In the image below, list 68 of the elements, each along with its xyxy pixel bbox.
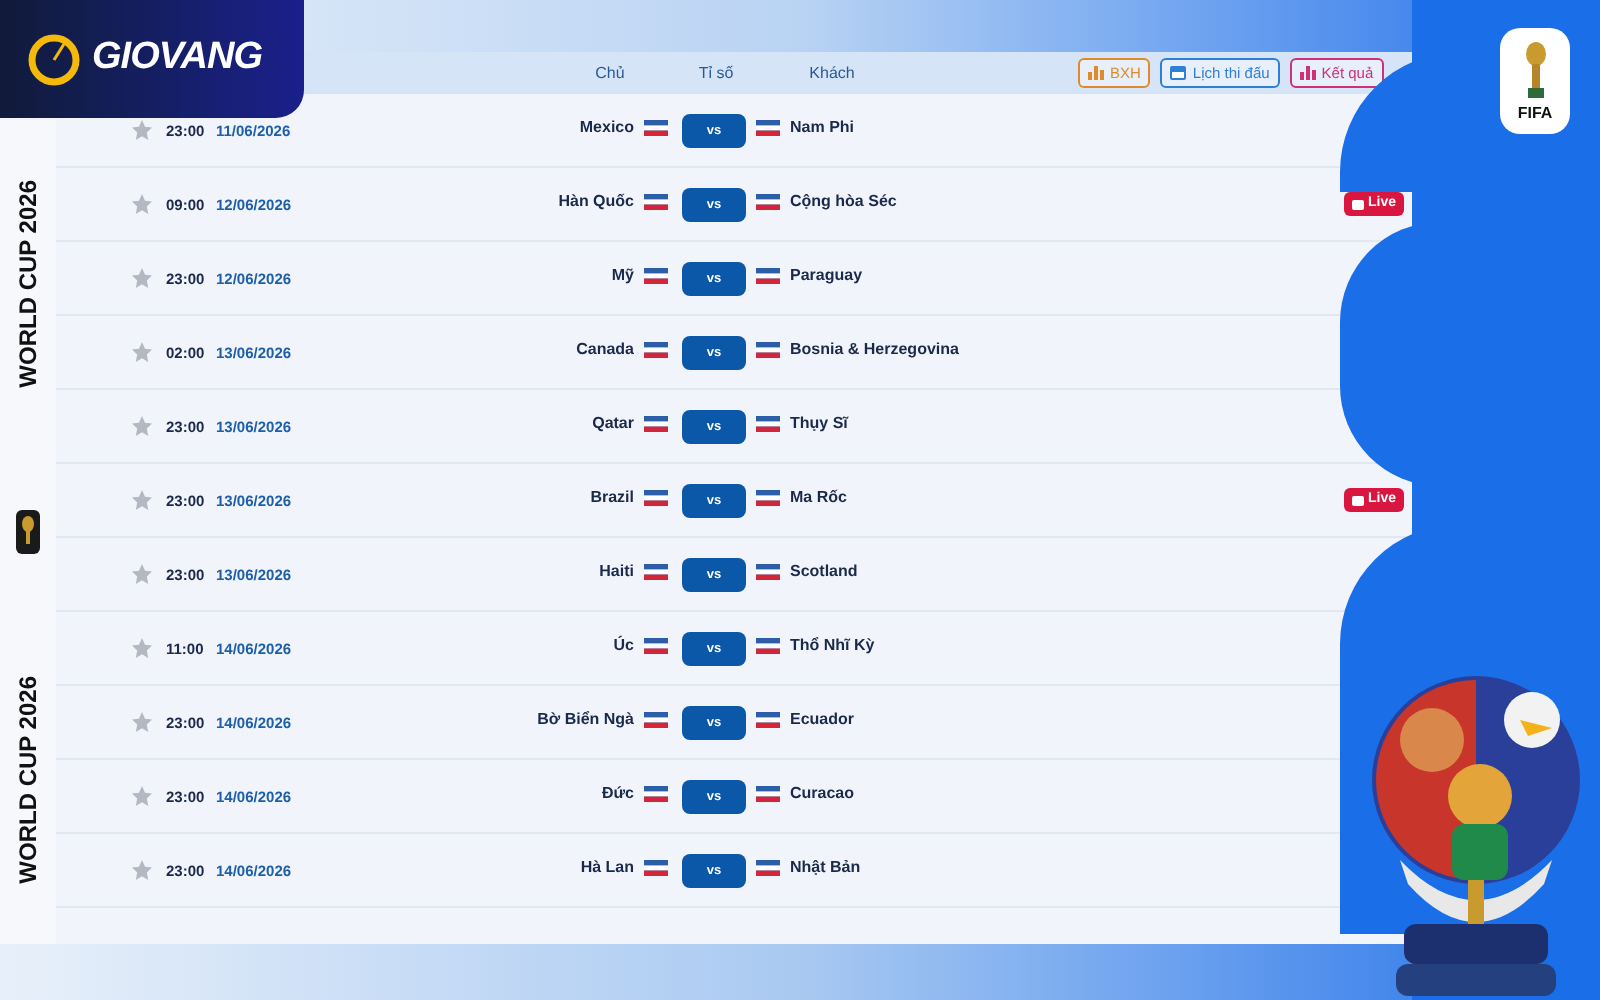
flag-icon xyxy=(756,194,780,210)
home-team: Bờ Biển Ngà xyxy=(537,708,634,732)
column-header: Chủ xyxy=(595,62,625,86)
trophy-icon xyxy=(16,509,40,554)
star-icon[interactable] xyxy=(132,416,152,436)
away-team: Paraguay xyxy=(790,264,863,288)
star-icon[interactable] xyxy=(132,120,152,140)
column-header: Tỉ số xyxy=(698,62,734,86)
bar-chart-icon xyxy=(1088,66,1104,80)
star-icon[interactable] xyxy=(132,194,152,214)
flag-icon xyxy=(644,120,668,136)
flag-icon xyxy=(644,416,668,432)
away-team: Curacao xyxy=(790,782,855,806)
star-icon[interactable] xyxy=(132,564,152,584)
away-team: Scotland xyxy=(790,560,858,584)
star-icon[interactable] xyxy=(132,638,152,658)
away-team: Ma Rốc xyxy=(790,486,847,510)
home-team: Hà Lan xyxy=(580,856,634,880)
flag-icon xyxy=(644,860,668,876)
home-team: Brazil xyxy=(590,486,634,510)
flag-icon xyxy=(756,342,780,358)
star-icon[interactable] xyxy=(132,342,152,362)
flag-icon xyxy=(756,638,780,654)
home-team: Mỹ xyxy=(611,264,634,288)
away-team: Nhật Bản xyxy=(790,856,861,880)
flag-icon xyxy=(756,268,780,284)
home-team: Đức xyxy=(601,782,634,806)
flag-icon xyxy=(756,564,780,580)
away-team: Thổ Nhĩ Kỳ xyxy=(790,634,875,658)
side-label: WORLD CUP 2026 xyxy=(12,675,44,884)
logo-text: GIOVANG xyxy=(92,34,262,83)
ring-icon xyxy=(24,29,84,89)
trophy-icon xyxy=(1521,42,1549,102)
column-header: Khách xyxy=(809,62,855,86)
flag-icon xyxy=(644,786,668,802)
home-team: Hàn Quốc xyxy=(558,190,634,214)
flag-icon xyxy=(644,564,668,580)
star-icon[interactable] xyxy=(132,712,152,732)
flag-icon xyxy=(644,712,668,728)
star-icon[interactable] xyxy=(132,786,152,806)
away-team: Nam Phi xyxy=(790,116,855,140)
home-team: Haiti xyxy=(599,560,634,584)
side-label: WORLD CUP 2026 xyxy=(12,180,44,389)
flag-icon xyxy=(756,712,780,728)
flag-icon xyxy=(644,638,668,654)
bar-chart-icon xyxy=(1299,66,1316,80)
star-icon[interactable] xyxy=(132,268,152,288)
away-team: Ecuador xyxy=(790,708,855,732)
flag-icon xyxy=(644,342,668,358)
home-team: Úc xyxy=(613,634,634,658)
away-team: Cộng hòa Séc xyxy=(790,190,897,214)
flag-icon xyxy=(644,194,668,210)
away-team: Thụy Sĩ xyxy=(790,412,848,436)
home-team: Mexico xyxy=(579,116,634,140)
calendar-icon xyxy=(1170,66,1187,80)
flag-icon xyxy=(756,490,780,506)
flag-icon xyxy=(644,268,668,284)
star-icon[interactable] xyxy=(132,490,152,510)
flag-icon xyxy=(756,860,780,876)
flag-icon xyxy=(756,786,780,802)
flag-icon xyxy=(644,490,668,506)
emblem-label: FIFA xyxy=(1517,102,1553,126)
home-team: Qatar xyxy=(592,412,634,436)
flag-icon xyxy=(756,120,780,136)
away-team: Bosnia & Herzegovina xyxy=(790,338,959,362)
star-icon[interactable] xyxy=(132,860,152,880)
flag-icon xyxy=(756,416,780,432)
home-team: Canada xyxy=(576,338,634,362)
